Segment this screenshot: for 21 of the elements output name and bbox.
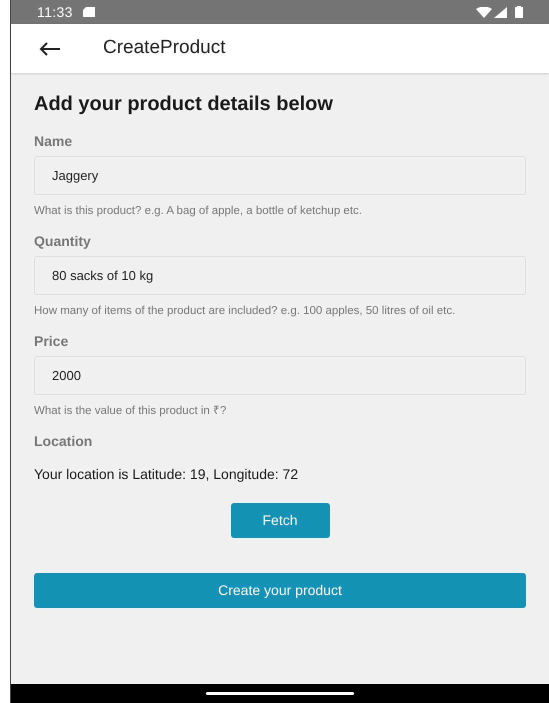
- create-product-button[interactable]: Create your product: [34, 573, 526, 608]
- helper-text: What is the value of this product in ₹?: [34, 404, 228, 419]
- sd-card-icon: [82, 7, 95, 17]
- app-bar-title: CreateProduct: [103, 36, 226, 60]
- field-label: Quantity: [34, 232, 92, 251]
- text-field[interactable]: 80 sacks of 10 kg: [34, 256, 526, 295]
- form-heading: Add your product details below: [34, 92, 334, 117]
- text-field[interactable]: 2000: [34, 356, 526, 395]
- field-label: Name: [34, 132, 74, 151]
- wifi-icon: [476, 6, 492, 18]
- location-text: Your location is Latitude: 19, Longitude: 72: [34, 465, 300, 484]
- helper-text: How many of items of the product are included? e.g. 100 apples, 50 litres of oil etc.: [34, 304, 456, 319]
- back-arrow-icon[interactable]: [39, 42, 61, 56]
- status-time: 11:33: [37, 2, 73, 22]
- signal-icon: [494, 6, 507, 18]
- battery-icon: [515, 6, 523, 18]
- text-field[interactable]: Jaggery: [34, 156, 526, 195]
- field-label: Location: [34, 432, 94, 451]
- fetch-button[interactable]: Fetch: [230, 503, 330, 538]
- helper-text: What is this product? e.g. A bag of apple, a bottle of ketchup etc.: [34, 204, 363, 219]
- field-label: Price: [34, 332, 70, 351]
